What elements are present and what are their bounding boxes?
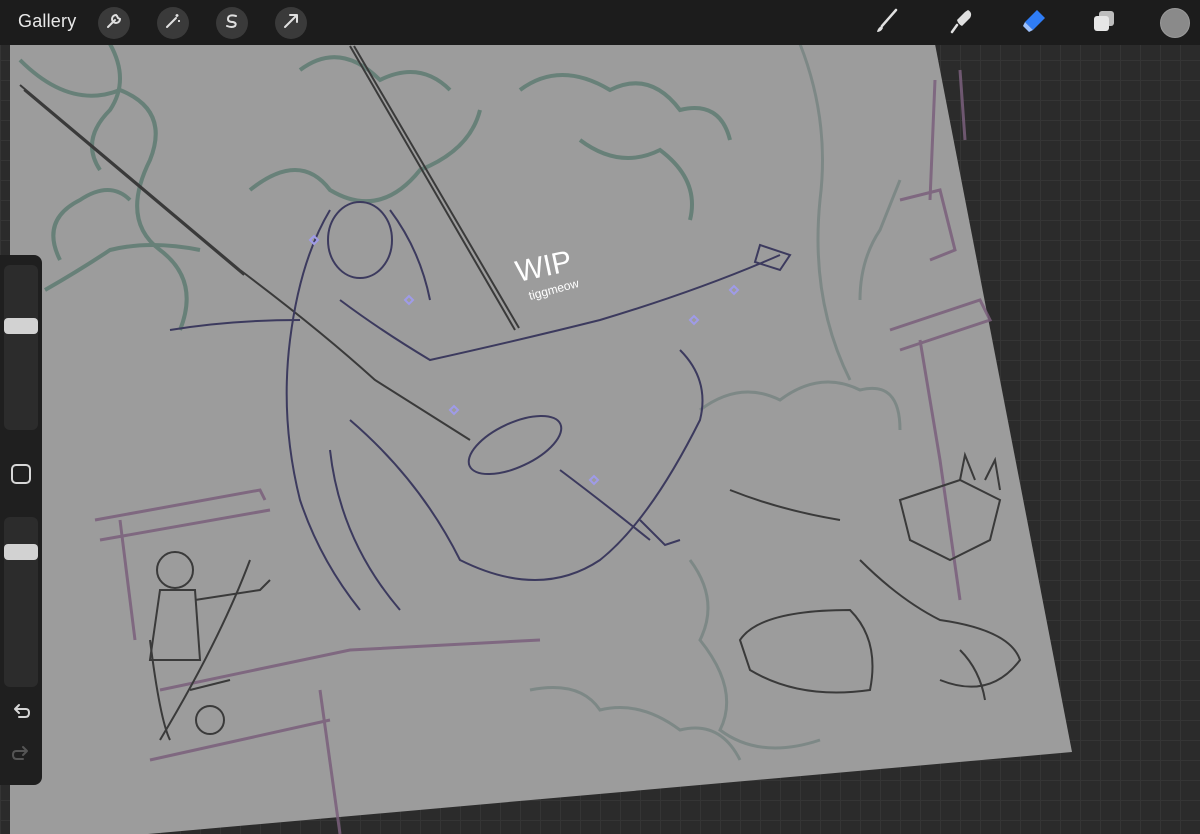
selection-s-icon — [223, 12, 241, 35]
undo-button[interactable] — [9, 702, 33, 726]
redo-icon — [11, 744, 31, 769]
smudge-button[interactable] — [946, 7, 978, 39]
opacity-thumb[interactable] — [4, 544, 38, 560]
brush-size-slider[interactable] — [4, 265, 38, 430]
gallery-button[interactable]: Gallery — [18, 11, 76, 32]
eraser-button[interactable] — [1018, 7, 1050, 39]
brush-size-thumb[interactable] — [4, 318, 38, 334]
left-sidebar — [0, 255, 42, 785]
canvas-surface — [10, 44, 1072, 834]
color-picker-swatch[interactable] — [1160, 8, 1190, 38]
actions-button[interactable] — [98, 7, 130, 39]
redo-button[interactable] — [9, 744, 33, 768]
opacity-slider[interactable] — [4, 517, 38, 687]
wrench-icon — [105, 12, 123, 35]
eraser-icon — [1020, 7, 1048, 40]
top-toolbar: Gallery — [0, 0, 1200, 45]
arrow-cursor-icon — [282, 12, 300, 35]
layers-icon — [1091, 8, 1117, 39]
brush-icon — [872, 7, 900, 40]
artwork-canvas[interactable]: WIP tiggmeow — [0, 0, 1200, 834]
adjustments-button[interactable] — [157, 7, 189, 39]
brush-button[interactable] — [870, 7, 902, 39]
magic-wand-icon — [164, 12, 182, 35]
undo-icon — [11, 702, 31, 727]
smudge-icon — [948, 7, 976, 40]
layers-button[interactable] — [1088, 7, 1120, 39]
modify-button[interactable] — [11, 464, 31, 484]
transform-button[interactable] — [275, 7, 307, 39]
selection-button[interactable] — [216, 7, 248, 39]
